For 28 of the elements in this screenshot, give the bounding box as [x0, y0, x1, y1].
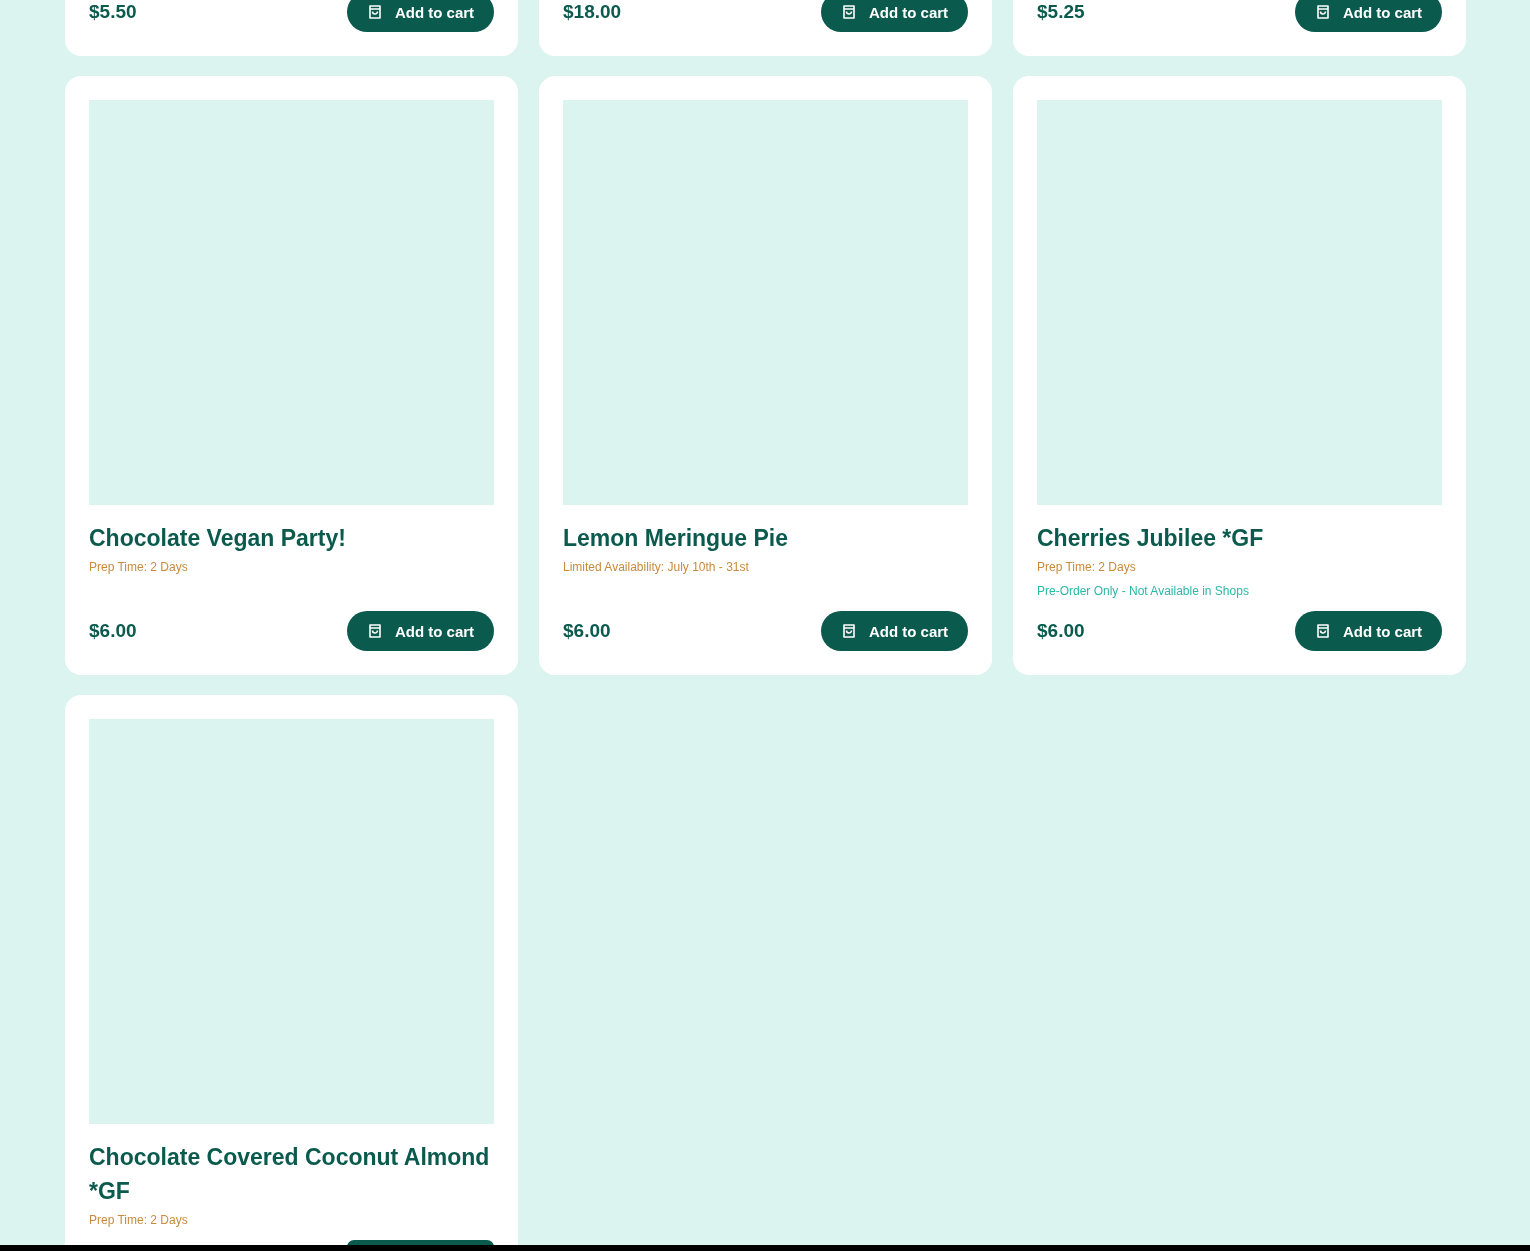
- shopping-bag-icon: [840, 4, 857, 20]
- shopping-bag-icon: [366, 623, 383, 639]
- product-name: Chocolate Vegan Party!: [89, 524, 347, 553]
- price: $6.00: [1037, 620, 1085, 642]
- product-note: Prep Time: 2 Days: [1037, 559, 1137, 576]
- shopping-bag-icon: [840, 623, 857, 639]
- add-to-cart-button[interactable]: Add to cart: [1295, 611, 1442, 651]
- price: $6.00: [89, 620, 137, 642]
- add-to-cart-button[interactable]: Add to cart: [821, 611, 968, 651]
- product-note: Pre-Order Only - Not Available in Shops: [1037, 583, 1250, 600]
- shopping-bag-icon: [1314, 4, 1331, 20]
- shopping-bag-icon: [1314, 623, 1331, 639]
- add-to-cart-button[interactable]: [347, 1240, 494, 1245]
- add-to-cart-button[interactable]: Add to cart: [347, 611, 494, 651]
- add-to-cart-button[interactable]: Add to cart: [1295, 0, 1442, 32]
- price: $18.00: [563, 1, 622, 23]
- add-to-cart-button[interactable]: Add to cart: [347, 0, 494, 32]
- product-name: Cherries Jubilee *GF: [1037, 524, 1265, 553]
- product-name: Chocolate Covered Coconut Almond *GF: [89, 1143, 491, 1206]
- product-note: Prep Time: 2 Days: [89, 1212, 189, 1229]
- product-note: Prep Time: 2 Days: [89, 559, 189, 576]
- price: $5.25: [1037, 1, 1085, 23]
- product-name: Lemon Meringue Pie: [563, 524, 789, 553]
- price: $5.50: [89, 1, 137, 23]
- product-note: Limited Availability: July 10th - 31st: [563, 559, 750, 576]
- add-to-cart-button[interactable]: Add to cart: [821, 0, 968, 32]
- price: $6.00: [563, 620, 611, 642]
- shopping-bag-icon: [366, 4, 383, 20]
